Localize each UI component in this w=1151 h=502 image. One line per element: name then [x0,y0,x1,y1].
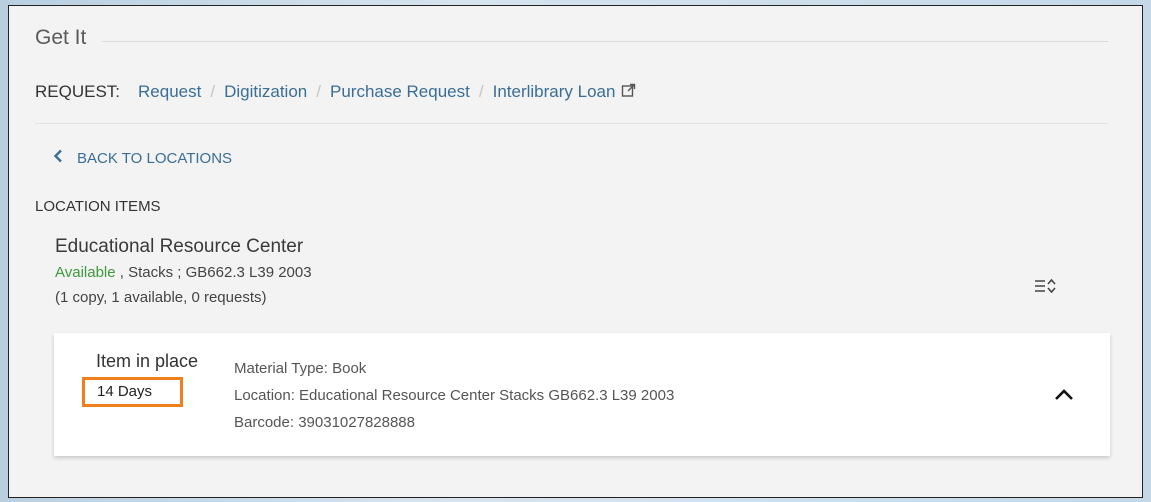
item-card: Item in place 14 Days Material Type: Boo… [54,333,1110,456]
external-link-icon [621,83,636,103]
request-options: REQUEST: Request / Digitization / Purcha… [35,82,636,103]
interlibrary-loan-label: Interlibrary Loan [492,82,616,101]
chevron-up-icon[interactable] [1054,388,1074,407]
back-to-locations-button[interactable]: BACK TO LOCATIONS [53,149,232,167]
item-barcode: Barcode: 39031027828888 [234,414,415,431]
request-link[interactable]: Request [138,82,201,102]
material-type: Material Type: Book [234,360,367,377]
location-items-heading: LOCATION ITEMS [35,198,161,215]
loan-period-badge: 14 Days [82,377,183,407]
separator: / [210,82,216,102]
separator: / [478,82,484,102]
get-it-panel: Get It REQUEST: Request / Digitization /… [8,5,1143,498]
chevron-left-icon [53,149,77,167]
location-details: , Stacks ; GB662.3 L39 2003 [115,264,312,281]
interlibrary-loan-link[interactable]: Interlibrary Loan [493,82,637,103]
item-status: Item in place [96,351,199,371]
back-label: BACK TO LOCATIONS [77,149,233,167]
request-label: REQUEST: [35,82,121,102]
availability-status: Available [55,264,116,281]
purchase-request-link[interactable]: Purchase Request [330,82,470,102]
location-name: Educational Resource Center [55,236,304,257]
separator: / [316,82,321,102]
item-location: Location: Educational Resource Center St… [234,387,675,404]
sort-icon[interactable] [1034,276,1056,301]
section-divider [35,123,1108,124]
get-it-header: Get It [35,26,1108,50]
section-title: Get It [35,26,87,49]
digitization-link[interactable]: Digitization [224,82,307,102]
location-status: Available , Stacks ; GB662.3 L39 2003 [55,264,312,281]
item-details: Material Type: Book Location: Educationa… [234,355,674,436]
header-divider [102,40,1108,42]
copy-counts: (1 copy, 1 available, 0 requests) [55,289,267,306]
